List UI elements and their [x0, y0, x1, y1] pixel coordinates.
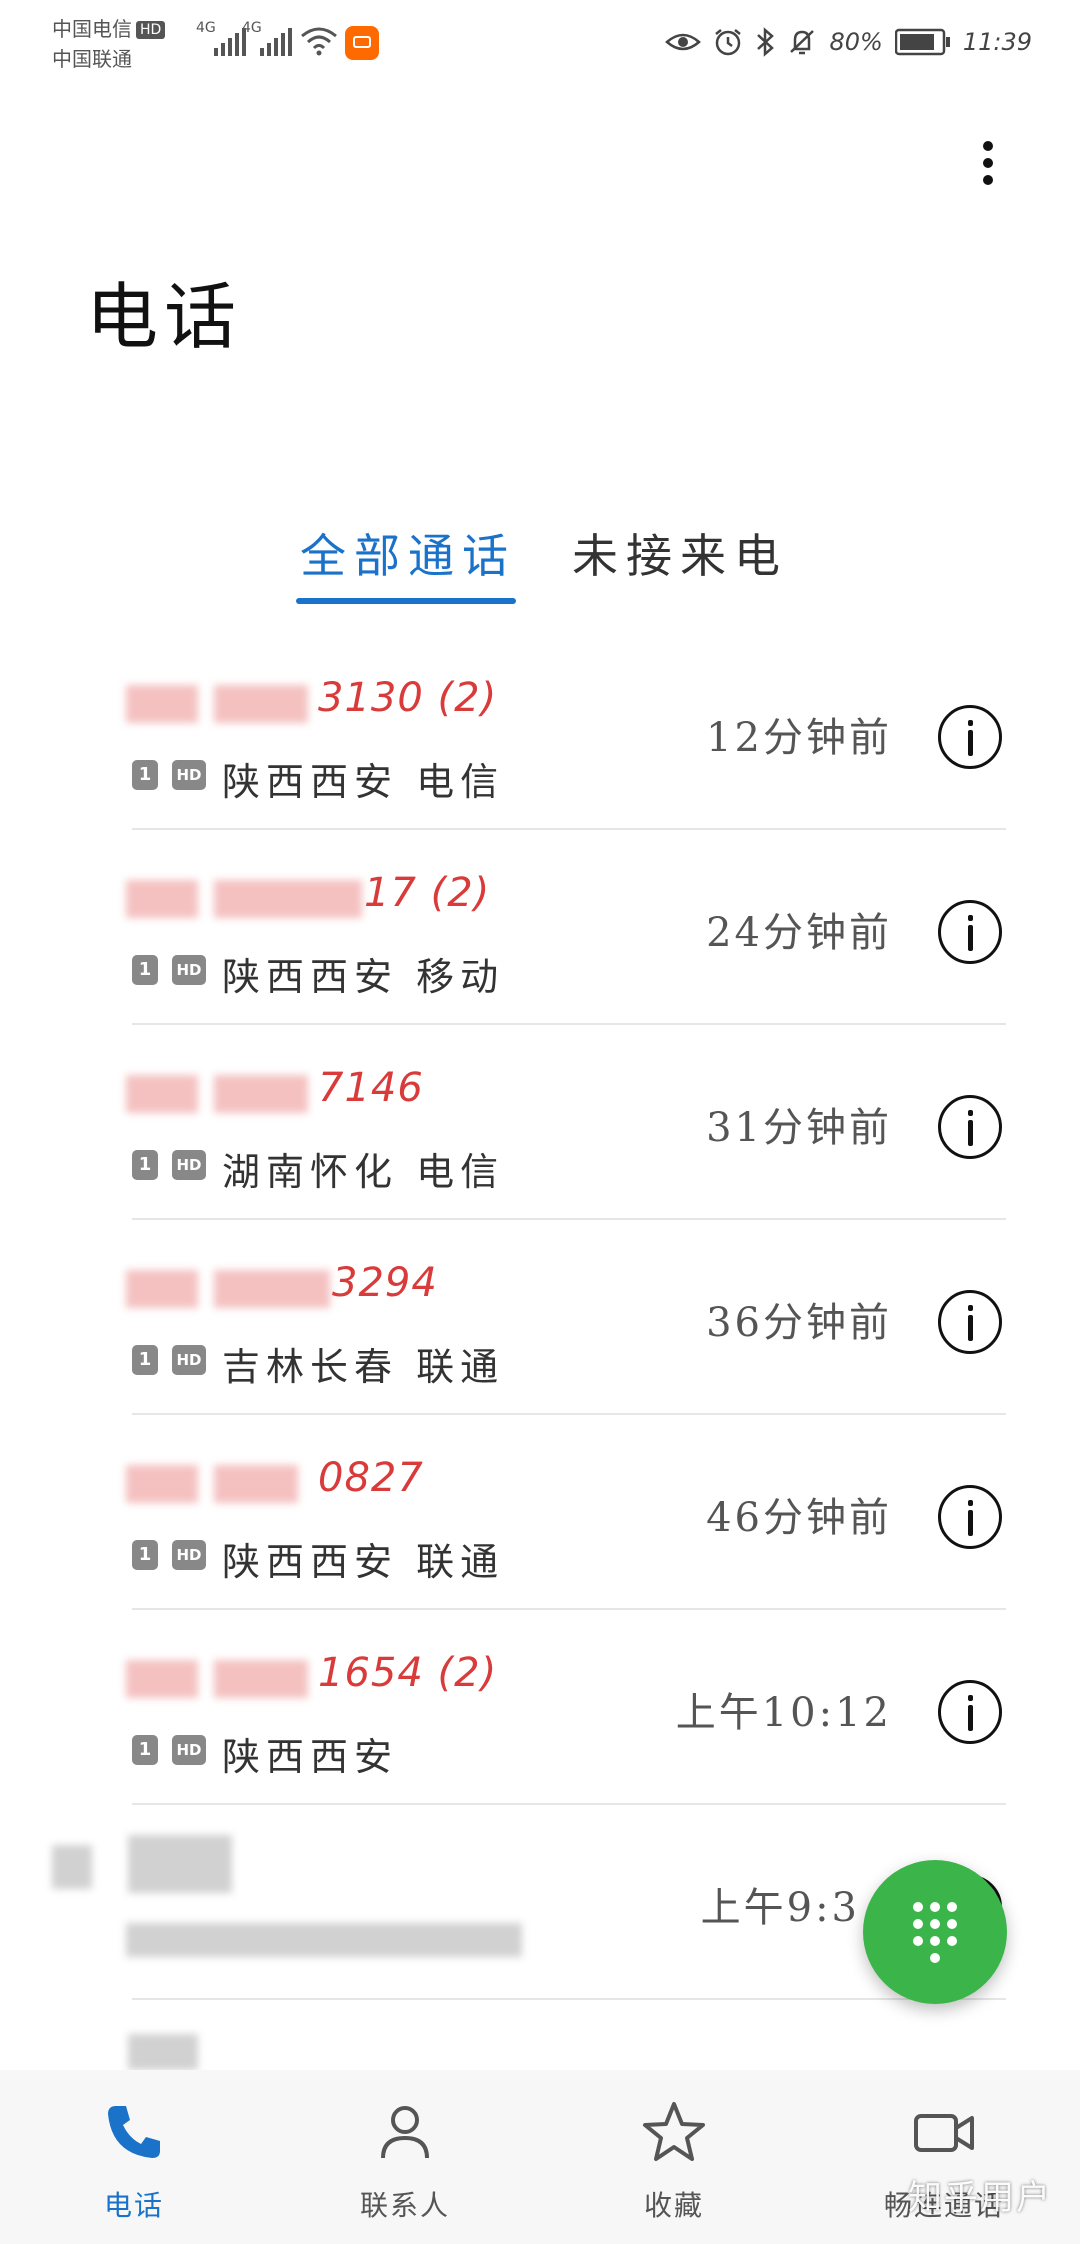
call-time: 上午9:3 — [700, 1885, 860, 1931]
nav-label: 联系人 — [359, 2189, 450, 2222]
hd-badge: HD — [172, 1540, 206, 1570]
call-info-button[interactable] — [938, 1290, 1002, 1354]
call-log-item[interactable]: 0827 1 HD 陕西西安 联通 46分钟前 — [0, 1415, 1080, 1610]
phone-app: 中国电信 HD 中国联通 4G 4G 80% 11:39 电话 全部通话 未接来… — [0, 0, 1080, 2244]
dialpad-button[interactable] — [863, 1860, 1007, 2004]
redacted-number — [126, 1270, 198, 1308]
call-time: 31分钟前 — [706, 1105, 892, 1151]
star-icon — [643, 2102, 705, 2161]
call-number: 17 (2) — [364, 870, 491, 916]
network-2-label: 4G — [242, 20, 262, 36]
call-info-button[interactable] — [938, 1095, 1002, 1159]
call-number: 3130 (2) — [318, 675, 498, 721]
hd-badge: HD — [172, 1735, 206, 1765]
hd-badge: HD — [172, 955, 206, 985]
sim-badge: 1 — [132, 1540, 158, 1570]
sim-badge: 1 — [132, 760, 158, 790]
redacted-number — [214, 880, 362, 918]
sim-badge: 1 — [132, 955, 158, 985]
call-time: 36分钟前 — [706, 1300, 892, 1346]
eye-icon — [665, 33, 702, 51]
redacted-number — [214, 1075, 308, 1113]
more-options-button[interactable] — [972, 134, 1004, 204]
contacts-icon — [381, 2106, 429, 2159]
notification-app-icon — [345, 26, 379, 60]
nav-item-favorites[interactable]: 收藏 — [574, 2070, 774, 2244]
call-number: 1654 (2) — [318, 1650, 498, 1696]
page-title: 电话 — [86, 275, 243, 359]
call-location: 陕西西安 电信 — [222, 760, 505, 804]
phone-icon — [108, 2106, 160, 2158]
sim-badge: 1 — [132, 1735, 158, 1765]
status-bar: 中国电信 HD 中国联通 4G 4G 80% 11:39 — [0, 0, 1080, 90]
redacted-number — [126, 880, 198, 918]
hd-badge: HD — [136, 21, 166, 39]
call-number: 7146 — [318, 1065, 424, 1111]
call-info-button[interactable] — [938, 705, 1002, 769]
hd-badge: HD — [172, 760, 206, 790]
call-location: 陕西西安 — [222, 1735, 399, 1779]
call-location: 陕西西安 移动 — [222, 955, 505, 999]
redacted-number — [126, 1465, 198, 1503]
call-tabs: 全部通话 未接来电 — [0, 520, 1080, 610]
redacted-number — [214, 1270, 330, 1308]
redacted-name — [128, 2034, 198, 2070]
tab-indicator — [296, 598, 516, 604]
redacted-number — [214, 1465, 298, 1503]
nav-label: 电话 — [103, 2189, 164, 2222]
call-location: 湖南怀化 电信 — [222, 1150, 505, 1194]
call-time: 上午10:12 — [675, 1690, 892, 1736]
redacted-number — [126, 1660, 198, 1698]
redacted-number — [214, 1660, 308, 1698]
call-log-item[interactable]: 3294 1 HD 吉林长春 联通 36分钟前 — [0, 1220, 1080, 1415]
call-log-item[interactable]: 7146 1 HD 湖南怀化 电信 31分钟前 — [0, 1025, 1080, 1220]
watermark-text: 知乎用户 — [908, 2178, 1052, 2218]
call-log-item[interactable]: 17 (2) 1 HD 陕西西安 移动 24分钟前 — [0, 830, 1080, 1025]
sim-badge: 1 — [132, 1150, 158, 1180]
network-1-label: 4G — [196, 20, 216, 36]
battery-percent: 80% — [829, 28, 883, 56]
tab-all-calls[interactable]: 全部通话 — [300, 520, 516, 586]
call-time: 12分钟前 — [706, 715, 892, 761]
call-info-button[interactable] — [938, 1485, 1002, 1549]
wifi-icon — [301, 27, 337, 56]
mute-icon — [790, 30, 815, 55]
status-icons: 80% 11:39 — [665, 22, 1032, 62]
hd-badge: HD — [172, 1345, 206, 1375]
call-time: 24分钟前 — [706, 910, 892, 956]
call-location: 陕西西安 联通 — [222, 1540, 505, 1584]
nav-item-phone[interactable]: 电话 — [34, 2070, 234, 2244]
carrier-1-name: 中国电信 — [52, 17, 132, 41]
call-number: 0827 — [318, 1455, 424, 1501]
call-log-item[interactable]: 3130 (2) 1 HD 陕西西安 电信 12分钟前 — [0, 635, 1080, 830]
more-vertical-icon — [972, 141, 1004, 185]
carrier-2-name: 中国联通 — [52, 47, 132, 71]
status-time: 11:39 — [962, 28, 1032, 56]
redacted-number — [126, 1075, 198, 1113]
redacted-location — [126, 1923, 522, 1957]
signal-bars-icon — [260, 28, 292, 56]
call-info-button[interactable] — [938, 1680, 1002, 1744]
redacted-name — [128, 1835, 232, 1893]
redacted-avatar — [52, 1845, 92, 1889]
carrier-info: 中国电信 HD 中国联通 — [52, 14, 166, 74]
tab-missed-calls[interactable]: 未接来电 — [572, 520, 788, 586]
call-log-item[interactable]: 1654 (2) 1 HD 陕西西安 上午10:12 — [0, 1610, 1080, 1805]
nav-item-contacts[interactable]: 联系人 — [305, 2070, 505, 2244]
video-call-icon — [914, 2114, 974, 2152]
call-info-button[interactable] — [938, 900, 1002, 964]
call-number: 3294 — [332, 1260, 438, 1306]
redacted-number — [126, 685, 198, 723]
call-time: 46分钟前 — [706, 1495, 892, 1541]
bluetooth-icon — [757, 27, 775, 57]
battery-icon — [894, 28, 950, 56]
sim-badge: 1 — [132, 1345, 158, 1375]
nav-label: 收藏 — [643, 2189, 704, 2222]
call-location: 吉林长春 联通 — [222, 1345, 505, 1389]
hd-badge: HD — [172, 1150, 206, 1180]
redacted-number — [214, 685, 308, 723]
alarm-icon — [715, 29, 742, 56]
